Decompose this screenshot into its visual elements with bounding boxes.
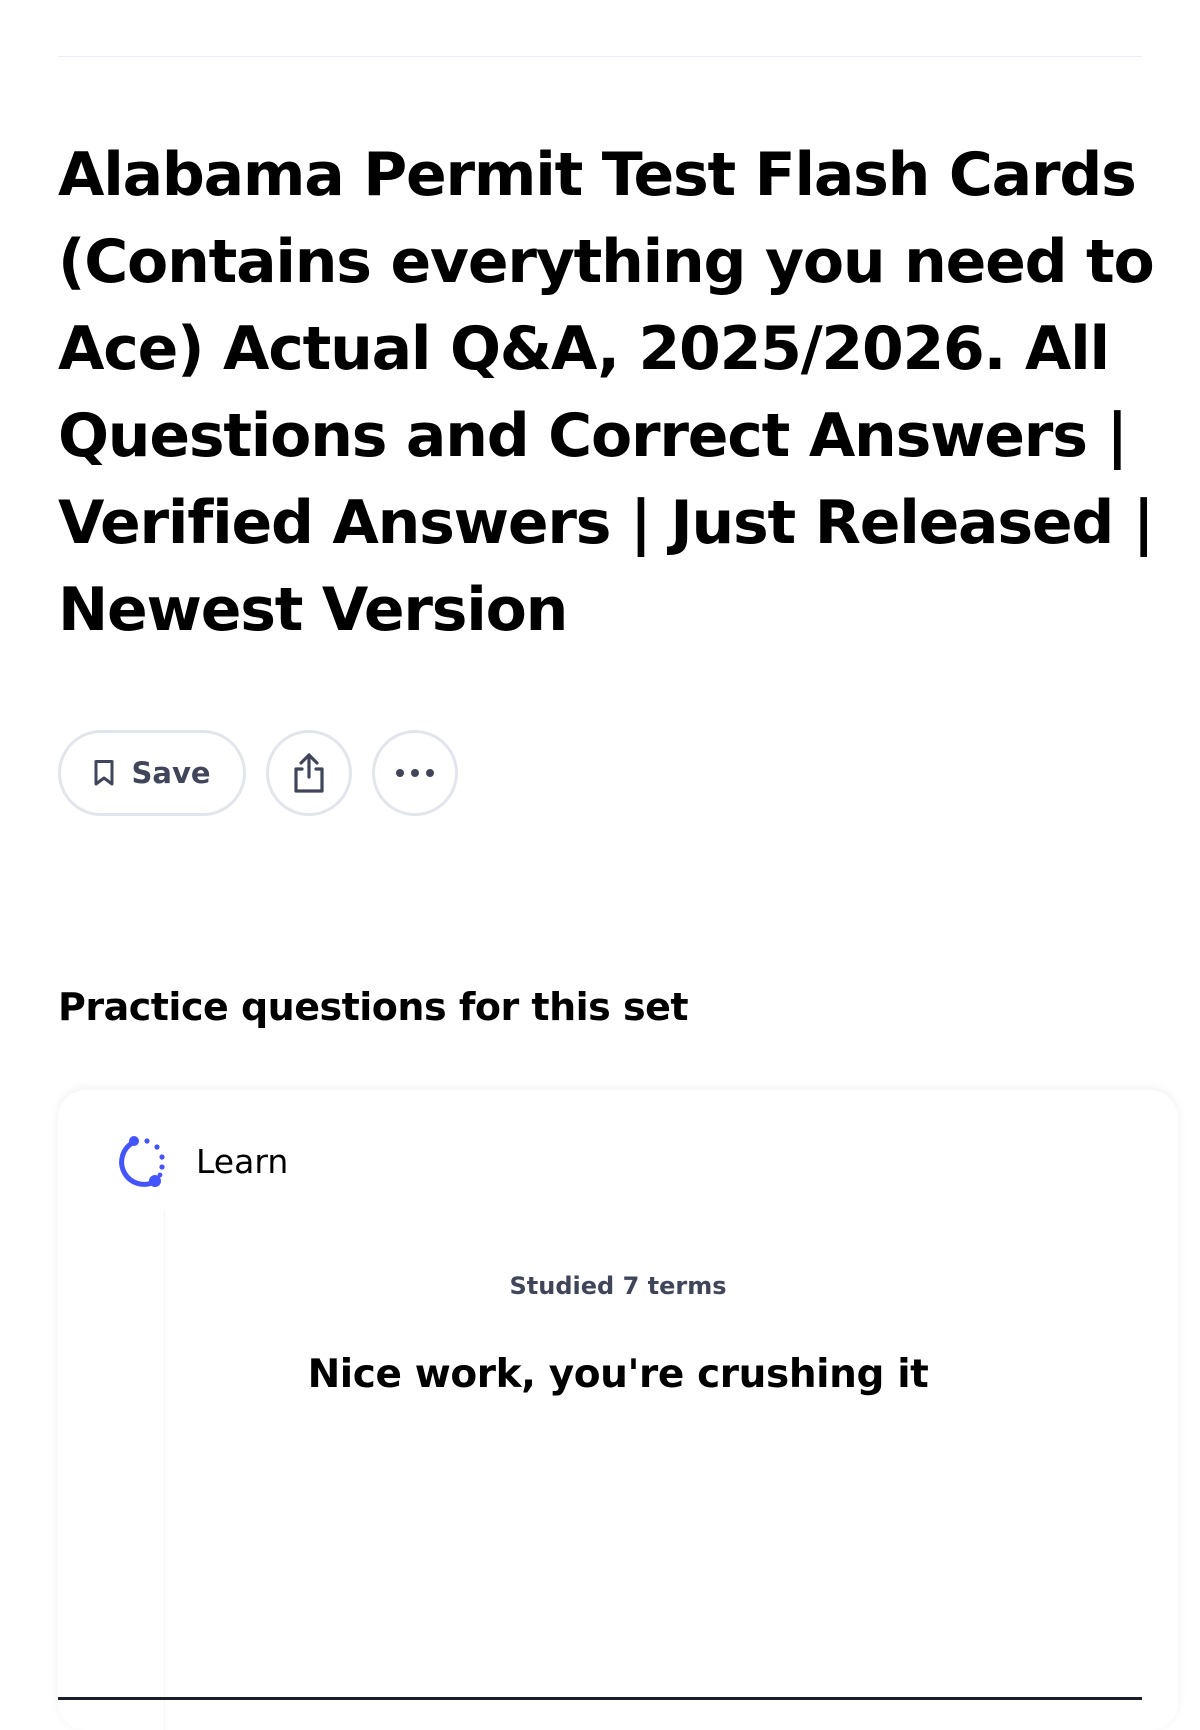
learn-mode-link[interactable]: Learn [114,1130,288,1192]
studied-count: Studied 7 terms [509,1272,727,1300]
practice-card: Learn Studied 7 terms Nice work, you're … [58,1090,1178,1730]
more-options-icon [394,767,436,779]
learn-progress-icon [114,1130,174,1192]
encouragement-message: Nice work, you're crushing it [307,1352,929,1397]
action-row: Save [58,730,458,816]
bookmark-icon [93,759,115,787]
page-title: Alabama Permit Test Flash Cards (Contain… [58,140,1155,645]
save-button-label: Save [131,756,211,790]
more-options-button[interactable] [372,730,458,816]
save-button[interactable]: Save [58,730,246,816]
share-icon [290,751,328,795]
share-button[interactable] [266,730,352,816]
practice-section-title: Practice questions for this set [58,985,689,1029]
learn-mode-label: Learn [196,1141,289,1181]
top-divider [58,56,1142,57]
